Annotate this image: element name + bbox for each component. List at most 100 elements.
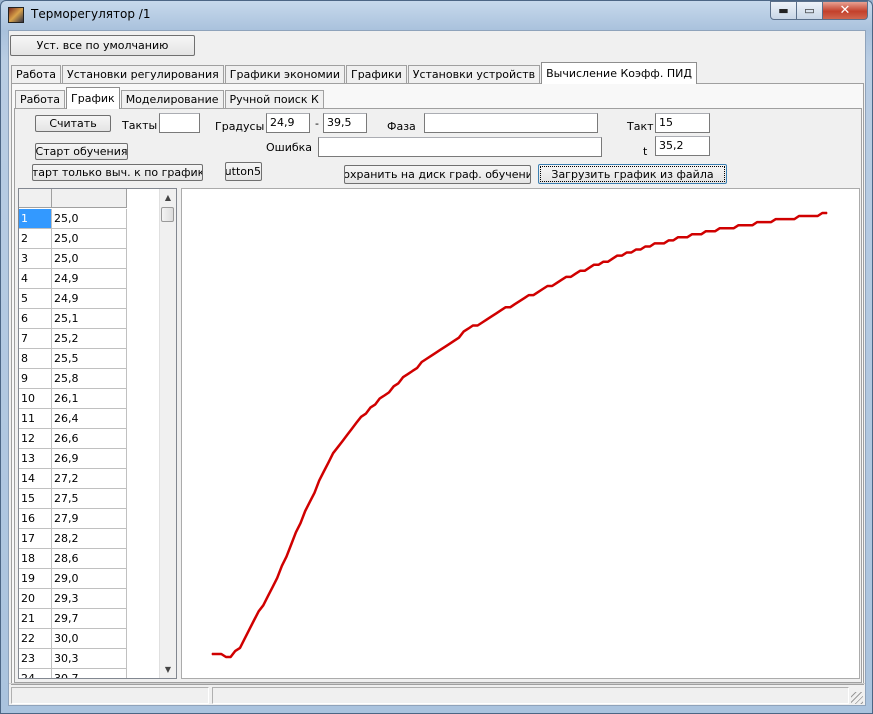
row-value-cell[interactable]: 26,4 <box>52 409 127 429</box>
sub-tab-3[interactable]: Моделирование <box>120 90 224 109</box>
count-button[interactable]: Считать <box>35 115 111 132</box>
row-value-cell[interactable]: 26,6 <box>52 429 127 449</box>
table-row[interactable]: 21 29,7 <box>19 609 127 629</box>
row-index-cell[interactable]: 6 <box>19 309 52 329</box>
row-index-cell[interactable]: 12 <box>19 429 52 449</box>
main-tab-4[interactable]: Графики <box>345 65 407 84</box>
row-index-cell[interactable]: 17 <box>19 529 52 549</box>
table-row[interactable]: 7 25,2 <box>19 329 127 349</box>
t-input[interactable]: 35,2 <box>655 136 710 156</box>
degrees-to-input[interactable]: 39,5 <box>323 113 367 133</box>
data-grid[interactable]: 1 25,0 2 25,0 3 25,0 4 24,9 5 24,9 6 25,1 7 25,2 8 25,5… <box>18 188 177 679</box>
sub-tab-4[interactable]: Ручной поиск К <box>224 90 324 109</box>
row-value-cell[interactable]: 25,5 <box>52 349 127 369</box>
load-graph-button[interactable]: Загрузить график из файла <box>538 164 727 184</box>
table-row[interactable]: 14 27,2 <box>19 469 127 489</box>
row-index-cell[interactable]: 10 <box>19 389 52 409</box>
start-only-button[interactable]: Старт только выч. к по графику <box>32 164 203 181</box>
save-graph-button[interactable]: Сохранить на диск граф. обучения <box>344 165 531 184</box>
main-tab-5[interactable]: Установки устройств <box>407 65 541 84</box>
row-index-cell[interactable]: 20 <box>19 589 52 609</box>
row-value-cell[interactable]: 29,3 <box>52 589 127 609</box>
row-index-cell[interactable]: 13 <box>19 449 52 469</box>
row-value-cell[interactable]: 25,0 <box>52 229 127 249</box>
row-value-cell[interactable]: 27,9 <box>52 509 127 529</box>
row-index-cell[interactable]: 15 <box>19 489 52 509</box>
table-row[interactable]: 6 25,1 <box>19 309 127 329</box>
row-value-cell[interactable]: 26,1 <box>52 389 127 409</box>
row-value-cell[interactable]: 25,0 <box>52 209 127 229</box>
scroll-up-icon[interactable]: ▲ <box>160 189 176 206</box>
table-row[interactable]: 5 24,9 <box>19 289 127 309</box>
row-index-cell[interactable]: 5 <box>19 289 52 309</box>
ticks-input[interactable] <box>159 113 200 133</box>
row-index-cell[interactable]: 22 <box>19 629 52 649</box>
error-input[interactable] <box>318 137 602 157</box>
row-index-cell[interactable]: 11 <box>19 409 52 429</box>
table-row[interactable]: 3 25,0 <box>19 249 127 269</box>
table-row[interactable]: 10 26,1 <box>19 389 127 409</box>
minimize-button[interactable]: ▬ <box>770 1 797 20</box>
row-index-cell[interactable]: 9 <box>19 369 52 389</box>
table-row[interactable]: 13 26,9 <box>19 449 127 469</box>
row-index-cell[interactable]: 19 <box>19 569 52 589</box>
table-row[interactable]: 20 29,3 <box>19 589 127 609</box>
maximize-button[interactable]: ▭ <box>797 1 823 20</box>
row-value-cell[interactable]: 30,0 <box>52 629 127 649</box>
row-index-cell[interactable]: 4 <box>19 269 52 289</box>
row-value-cell[interactable]: 28,6 <box>52 549 127 569</box>
row-value-cell[interactable]: 25,0 <box>52 249 127 269</box>
row-index-cell[interactable]: 1 <box>19 209 52 229</box>
table-row[interactable]: 15 27,5 <box>19 489 127 509</box>
row-value-cell[interactable]: 24,9 <box>52 289 127 309</box>
row-index-cell[interactable]: 2 <box>19 229 52 249</box>
start-training-button[interactable]: Старт обучения <box>35 143 128 160</box>
table-row[interactable]: 19 29,0 <box>19 569 127 589</box>
table-row[interactable]: 24 30,7 <box>19 669 127 678</box>
close-button[interactable]: ✕ <box>823 1 868 20</box>
scroll-thumb[interactable] <box>161 207 174 222</box>
row-index-cell[interactable]: 16 <box>19 509 52 529</box>
table-row[interactable]: 4 24,9 <box>19 269 127 289</box>
row-value-cell[interactable]: 29,7 <box>52 609 127 629</box>
row-value-cell[interactable]: 24,9 <box>52 269 127 289</box>
row-value-cell[interactable]: 27,5 <box>52 489 127 509</box>
phase-input[interactable] <box>424 113 598 133</box>
scroll-down-icon[interactable]: ▼ <box>160 661 176 678</box>
table-row[interactable]: 12 26,6 <box>19 429 127 449</box>
row-value-cell[interactable]: 25,2 <box>52 329 127 349</box>
row-value-cell[interactable]: 30,7 <box>52 669 127 678</box>
row-value-cell[interactable]: 25,8 <box>52 369 127 389</box>
row-value-cell[interactable]: 26,9 <box>52 449 127 469</box>
main-tab-1[interactable]: Работа <box>11 65 62 84</box>
row-index-cell[interactable]: 24 <box>19 669 52 678</box>
main-tab-2[interactable]: Установки регулирования <box>62 65 224 84</box>
table-row[interactable]: 22 30,0 <box>19 629 127 649</box>
degrees-from-input[interactable]: 24,9 <box>266 113 310 133</box>
main-tab-6[interactable]: Вычисление Коэфф. ПИД <box>541 62 697 84</box>
sub-tab-2[interactable]: График <box>66 87 120 109</box>
title-bar[interactable]: Терморегулятор /1 ▬ ▭ ✕ <box>1 1 872 29</box>
resize-grip-icon[interactable] <box>851 692 863 704</box>
sub-tab-1[interactable]: Работа <box>15 90 66 109</box>
row-index-cell[interactable]: 7 <box>19 329 52 349</box>
grid-scrollbar[interactable]: ▲ ▼ <box>159 189 176 678</box>
button5[interactable]: Button5 <box>225 162 262 181</box>
defaults-button[interactable]: Уст. все по умолчанию <box>10 35 195 56</box>
row-index-cell[interactable]: 14 <box>19 469 52 489</box>
row-index-cell[interactable]: 21 <box>19 609 52 629</box>
table-row[interactable]: 1 25,0 <box>19 209 127 229</box>
row-value-cell[interactable]: 29,0 <box>52 569 127 589</box>
row-value-cell[interactable]: 27,2 <box>52 469 127 489</box>
table-row[interactable]: 18 28,6 <box>19 549 127 569</box>
row-index-cell[interactable]: 3 <box>19 249 52 269</box>
row-value-cell[interactable]: 28,2 <box>52 529 127 549</box>
table-row[interactable]: 8 25,5 <box>19 349 127 369</box>
table-row[interactable]: 23 30,3 <box>19 649 127 669</box>
table-row[interactable]: 9 25,8 <box>19 369 127 389</box>
table-row[interactable]: 17 28,2 <box>19 529 127 549</box>
table-row[interactable]: 2 25,0 <box>19 229 127 249</box>
tact-input[interactable]: 15 <box>655 113 710 133</box>
row-value-cell[interactable]: 25,1 <box>52 309 127 329</box>
table-row[interactable]: 16 27,9 <box>19 509 127 529</box>
